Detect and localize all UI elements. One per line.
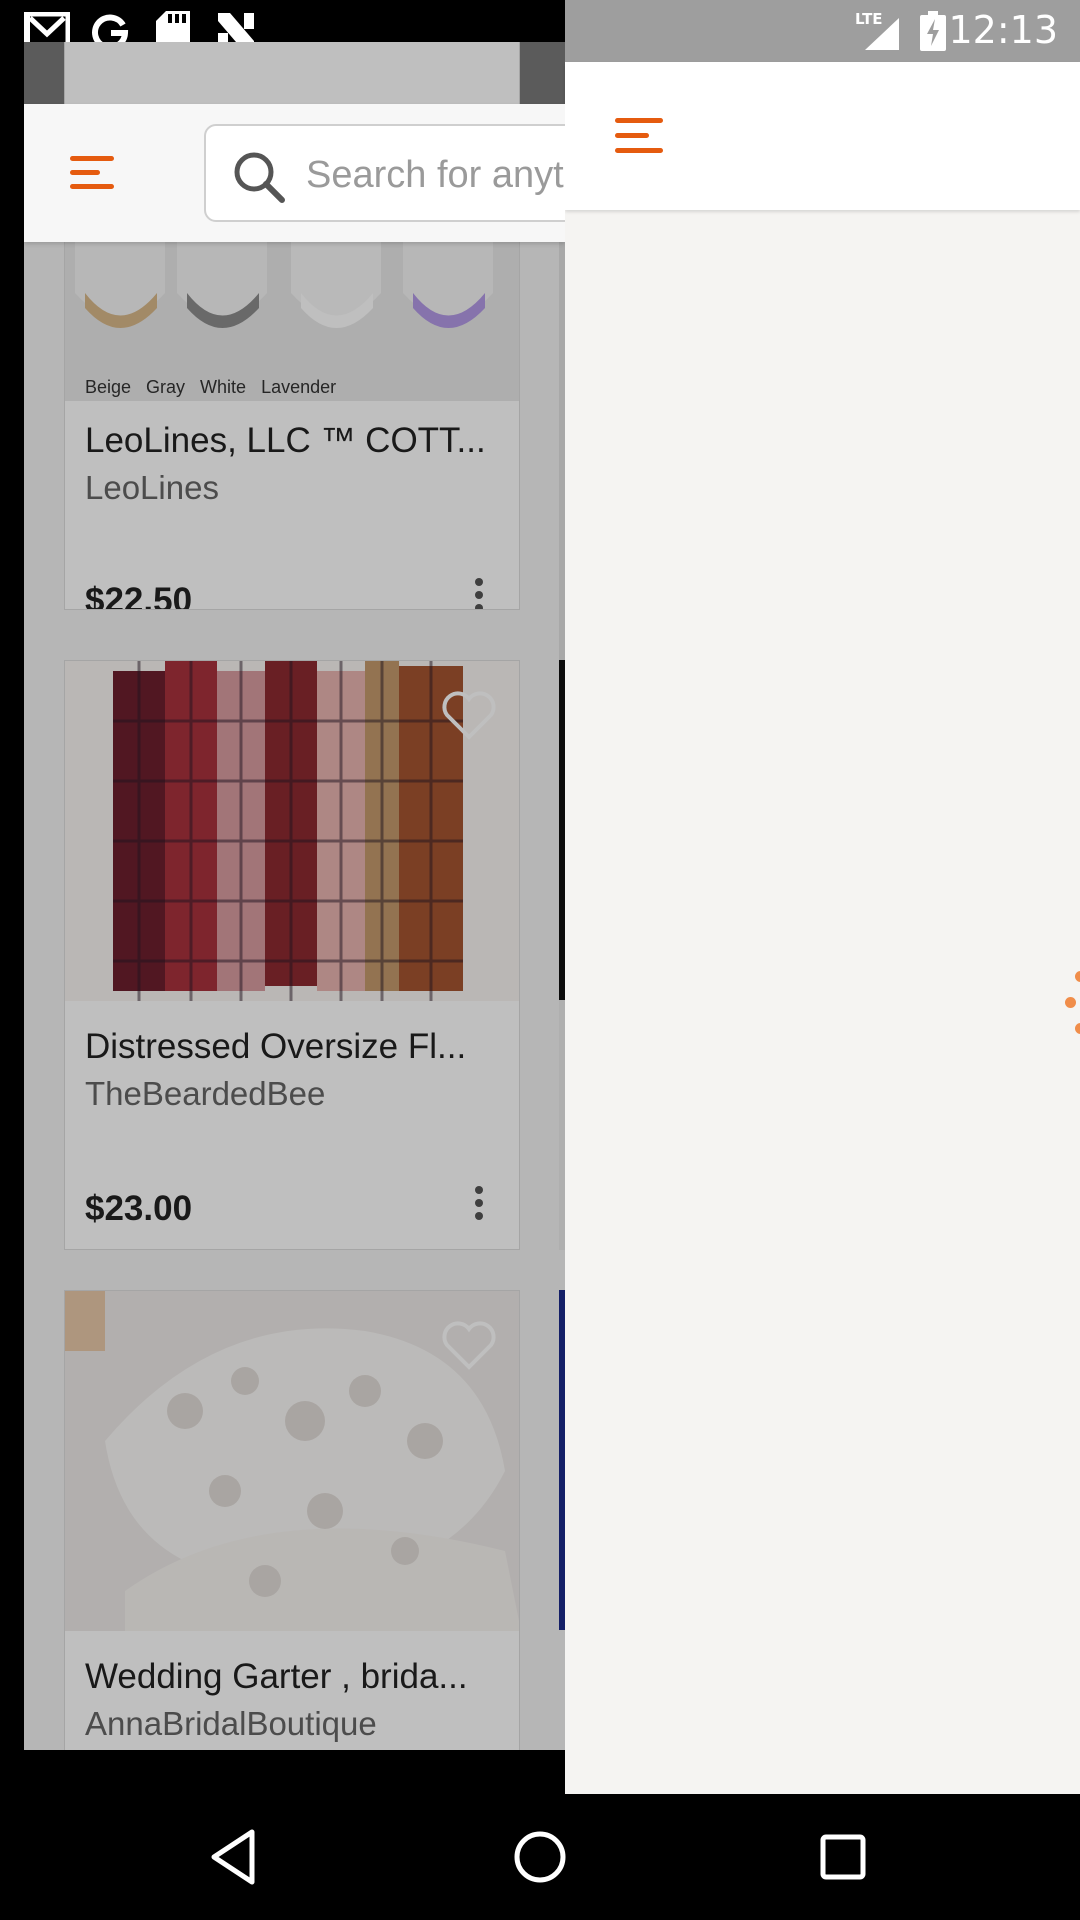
listing-price: $22.50: [85, 581, 193, 610]
listing-card[interactable]: Distressed Oversize Fl... TheBeardedBee …: [64, 660, 520, 1250]
status-time: 12:13: [948, 8, 1058, 52]
background-app[interactable]: Search for anyt Beige Gray White Lavende…: [24, 42, 565, 1750]
signal-icon: LTE: [855, 10, 901, 52]
more-options-icon[interactable]: [475, 578, 483, 609]
back-button[interactable]: [202, 1824, 268, 1890]
listing-image: [65, 1291, 519, 1631]
menu-icon[interactable]: [70, 152, 114, 192]
recents-button[interactable]: [810, 1824, 876, 1890]
navigation-bar: [0, 1794, 1080, 1920]
loading-spinner-icon: [1065, 967, 1080, 1037]
listing-card[interactable]: Wedding Garter , brida... AnnaBridalBout…: [64, 1290, 520, 1750]
listing-image: [65, 661, 519, 1001]
listing-title: LeoLines, LLC ™ COTT...: [85, 421, 486, 460]
home-button[interactable]: [507, 1824, 573, 1890]
listing-title: Wedding Garter , brida...: [85, 1657, 468, 1696]
more-options-icon[interactable]: [475, 1186, 483, 1225]
listing-price: $23.00: [85, 1189, 193, 1228]
battery-charging-icon: [920, 10, 946, 52]
listing-title: Distressed Oversize Fl...: [85, 1027, 467, 1066]
drawer-panel: [565, 62, 1080, 1794]
search-placeholder: Search for anyt: [306, 154, 564, 196]
app-header: Search for anyt: [24, 104, 565, 242]
listing-shop: AnnaBridalBoutique: [85, 1705, 377, 1742]
listing-image: Beige Gray White Lavender: [65, 233, 519, 401]
drawer-header: [565, 62, 1080, 210]
favorite-heart-icon[interactable]: [441, 689, 497, 741]
image-caption: Beige Gray White Lavender: [85, 377, 336, 397]
hamburger-menu-icon[interactable]: [615, 116, 663, 156]
search-icon: [234, 152, 285, 203]
favorite-heart-icon[interactable]: [441, 1319, 497, 1371]
listing-shop: TheBeardedBee: [85, 1075, 326, 1112]
search-input[interactable]: Search for anyt: [204, 124, 565, 222]
listing-shop: LeoLines: [85, 469, 219, 506]
